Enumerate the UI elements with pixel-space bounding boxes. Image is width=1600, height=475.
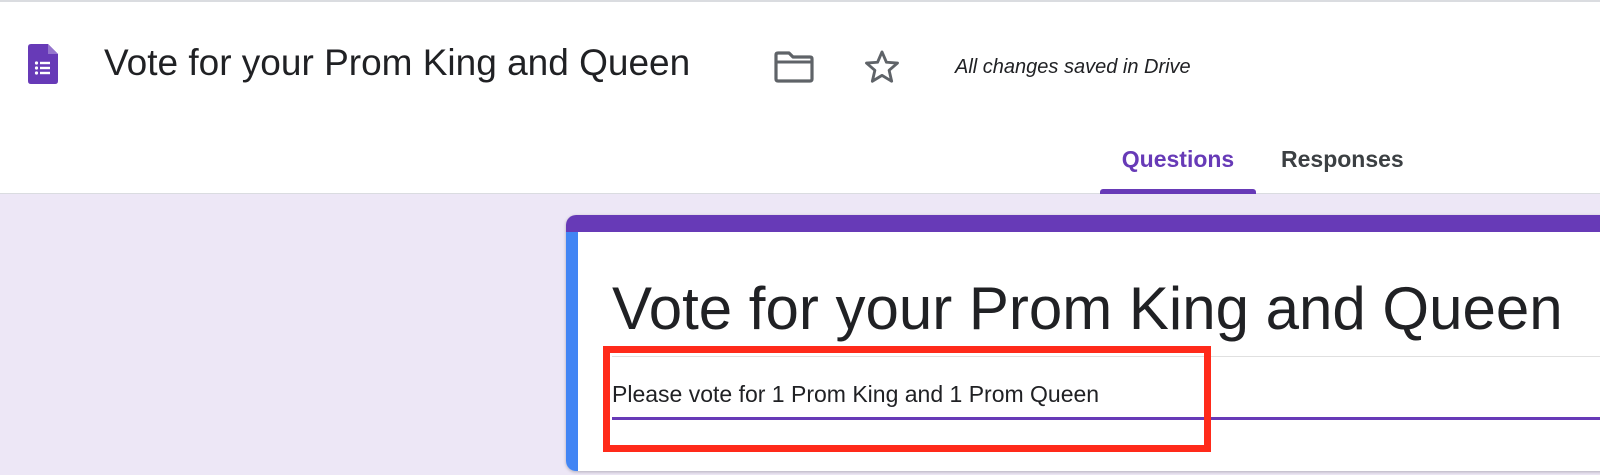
star-icon[interactable] xyxy=(863,48,901,86)
save-status-text: All changes saved in Drive xyxy=(955,56,1191,78)
card-active-indicator xyxy=(566,232,578,471)
tab-questions-label: Questions xyxy=(1121,146,1235,172)
title-divider xyxy=(612,356,1600,357)
active-tab-indicator xyxy=(1100,189,1256,194)
form-description-input[interactable]: Please vote for 1 Prom King and 1 Prom Q… xyxy=(612,379,1600,409)
form-header-card[interactable]: Vote for your Prom King and Queen Please… xyxy=(566,215,1600,471)
folder-icon[interactable] xyxy=(774,50,814,84)
tab-responses[interactable]: Responses xyxy=(1281,146,1411,194)
document-title[interactable]: Vote for your Prom King and Queen xyxy=(104,40,690,86)
form-title-input[interactable]: Vote for your Prom King and Queen xyxy=(612,273,1563,345)
tab-questions[interactable]: Questions xyxy=(1100,146,1256,194)
card-theme-bar xyxy=(566,215,1600,232)
description-focus-underline xyxy=(612,417,1600,420)
tab-responses-label: Responses xyxy=(1281,146,1404,172)
google-forms-icon[interactable] xyxy=(28,44,58,84)
top-bar: Vote for your Prom King and Queen All ch… xyxy=(0,0,1600,194)
